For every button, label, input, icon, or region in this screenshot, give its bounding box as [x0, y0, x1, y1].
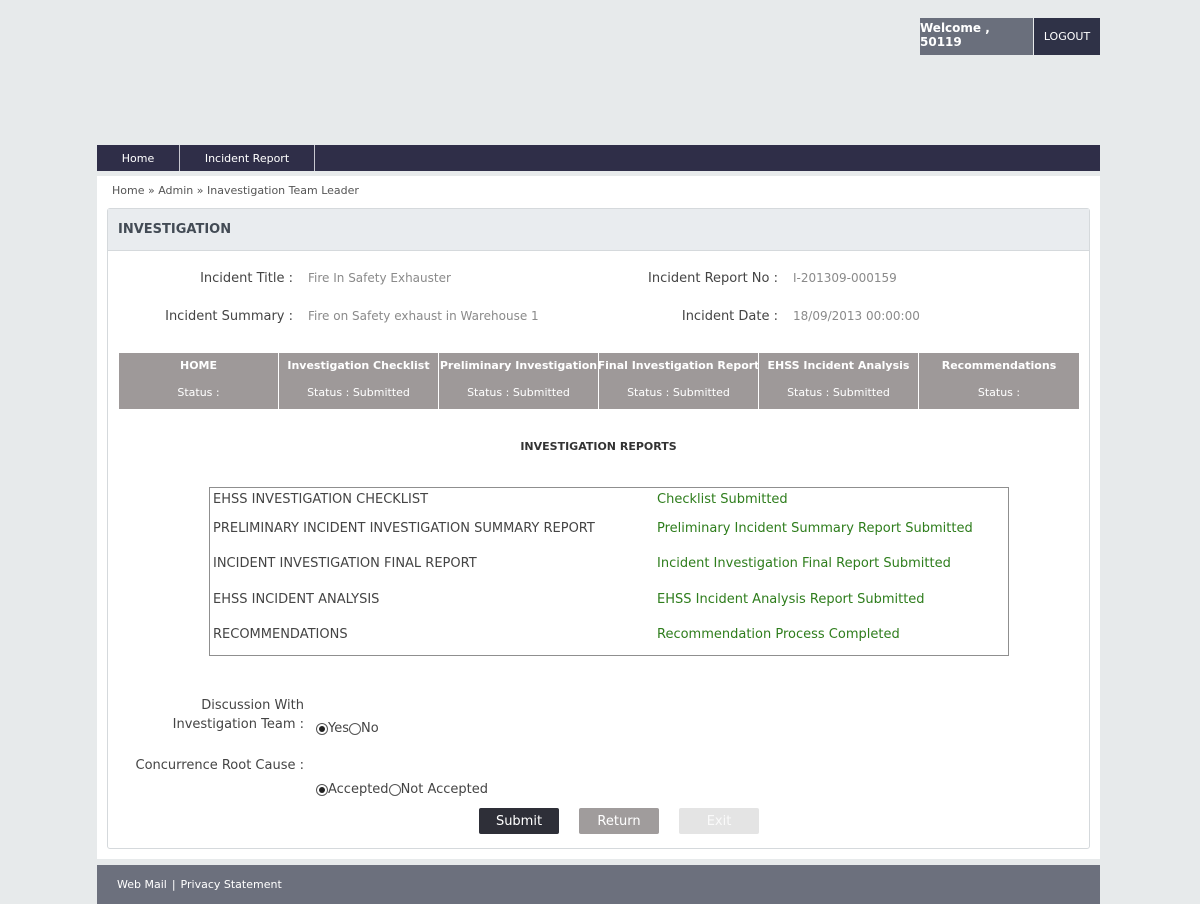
tab-title: Investigation Checklist [287, 359, 430, 372]
footer: Web Mail | Privacy Statement [97, 865, 1100, 904]
tab-title: HOME [179, 359, 218, 372]
user-bar: Welcome , 50119 LOGOUT [920, 18, 1100, 55]
report-status-link[interactable]: Incident Investigation Final Report Subm… [657, 556, 951, 571]
tab-title: Final Investigation Report [597, 359, 760, 372]
accepted-label: Accepted [328, 782, 389, 797]
incident-summary-label: Incident Summary : [165, 309, 293, 324]
table-row: EHSS INVESTIGATION CHECKLIST Checklist S… [210, 492, 1008, 512]
reports-table: EHSS INVESTIGATION CHECKLIST Checklist S… [209, 487, 1009, 656]
table-row: INCIDENT INVESTIGATION FINAL REPORT Inci… [210, 556, 1008, 576]
discussion-radio-group: Yes No [316, 718, 379, 737]
tab-title: Recommendations [941, 359, 1057, 372]
report-status-link[interactable]: Preliminary Incident Summary Report Subm… [657, 521, 973, 536]
not-accepted-label: Not Accepted [400, 782, 489, 797]
not-accepted-radio[interactable] [388, 783, 401, 796]
discussion-label-line2: Investigation Team : [172, 717, 304, 732]
tab-status: Status : Submitted [787, 386, 890, 399]
investigation-tabs: HOME Status : Investigation Checklist St… [119, 353, 1079, 409]
report-status-link[interactable]: Checklist Submitted [657, 492, 788, 507]
tab-ehss-incident-analysis[interactable]: EHSS Incident Analysis Status : Submitte… [759, 353, 919, 409]
table-row: RECOMMENDATIONS Recommendation Process C… [210, 627, 1008, 647]
table-row: PRELIMINARY INCIDENT INVESTIGATION SUMMA… [210, 521, 1008, 541]
tab-final-investigation-report[interactable]: Final Investigation Report Status : Subm… [597, 353, 760, 409]
nav-incident-report[interactable]: Incident Report [180, 145, 315, 171]
incident-date-value: 18/09/2013 00:00:00 [793, 309, 920, 323]
reports-heading: INVESTIGATION REPORTS [520, 440, 677, 453]
concurrence-radio-group: Accepted Not Accepted [316, 779, 488, 798]
incident-report-no-label: Incident Report No : [648, 271, 778, 286]
discussion-no-label: No [361, 721, 379, 736]
privacy-link[interactable]: Privacy Statement [181, 878, 282, 891]
incident-date-label: Incident Date : [681, 309, 778, 324]
tab-preliminary-investigation[interactable]: Preliminary Investigation Status : Submi… [439, 353, 599, 409]
welcome-text: Welcome , 50119 [920, 18, 1033, 55]
exit-button[interactable]: Exit [679, 808, 759, 834]
incident-title-label: Incident Title : [200, 271, 293, 286]
panel-title: INVESTIGATION [108, 209, 1089, 251]
incident-report-no-value: I-201309-000159 [793, 271, 897, 285]
table-row: EHSS INCIDENT ANALYSIS EHSS Incident Ana… [210, 592, 1008, 612]
breadcrumb-admin[interactable]: Admin [158, 184, 193, 197]
discussion-yes-label: Yes [328, 721, 349, 736]
tab-home[interactable]: HOME Status : [119, 353, 279, 409]
accepted-radio[interactable] [316, 783, 328, 796]
discussion-label-line1: Discussion With [201, 698, 304, 713]
tab-title: Preliminary Investigation [439, 359, 598, 372]
main-nav: Home Incident Report [97, 145, 1100, 171]
breadcrumb-home[interactable]: Home [112, 184, 144, 197]
breadcrumb-separator: » [147, 184, 155, 197]
report-name: RECOMMENDATIONS [213, 627, 348, 642]
tab-status: Status : Submitted [627, 386, 730, 399]
tab-status: Status : [977, 386, 1021, 399]
nav-home[interactable]: Home [97, 145, 180, 171]
tab-investigation-checklist[interactable]: Investigation Checklist Status : Submitt… [279, 353, 439, 409]
breadcrumb-separator: » [196, 184, 204, 197]
report-name: PRELIMINARY INCIDENT INVESTIGATION SUMMA… [213, 521, 595, 536]
return-button[interactable]: Return [579, 808, 659, 834]
report-status-link[interactable]: EHSS Incident Analysis Report Submitted [657, 592, 925, 607]
footer-separator: | [171, 878, 176, 891]
report-name: EHSS INCIDENT ANALYSIS [213, 592, 380, 607]
discussion-no-radio[interactable] [349, 722, 361, 735]
submit-button[interactable]: Submit [479, 808, 559, 834]
incident-title-value: Fire In Safety Exhauster [308, 271, 451, 285]
report-status-link[interactable]: Recommendation Process Completed [657, 627, 900, 642]
content-area: Home » Admin » Inavestigation Team Leade… [97, 176, 1100, 859]
report-name: EHSS INVESTIGATION CHECKLIST [213, 492, 429, 507]
logout-button[interactable]: LOGOUT [1034, 18, 1100, 55]
breadcrumb: Home » Admin » Inavestigation Team Leade… [112, 184, 359, 197]
breadcrumb-current: Inavestigation Team Leader [207, 184, 359, 197]
tab-status: Status : Submitted [467, 386, 570, 399]
webmail-link[interactable]: Web Mail [117, 878, 167, 891]
tab-title: EHSS Incident Analysis [767, 359, 910, 372]
tab-status: Status : [177, 386, 220, 399]
report-name: INCIDENT INVESTIGATION FINAL REPORT [213, 556, 477, 571]
tab-recommendations[interactable]: Recommendations Status : [919, 353, 1079, 409]
discussion-label: Discussion With Investigation Team : [173, 696, 304, 734]
concurrence-label: Concurrence Root Cause : [135, 758, 305, 773]
incident-summary-value: Fire on Safety exhaust in Warehouse 1 [308, 309, 539, 323]
discussion-yes-radio[interactable] [316, 722, 328, 735]
tab-status: Status : Submitted [307, 386, 410, 399]
